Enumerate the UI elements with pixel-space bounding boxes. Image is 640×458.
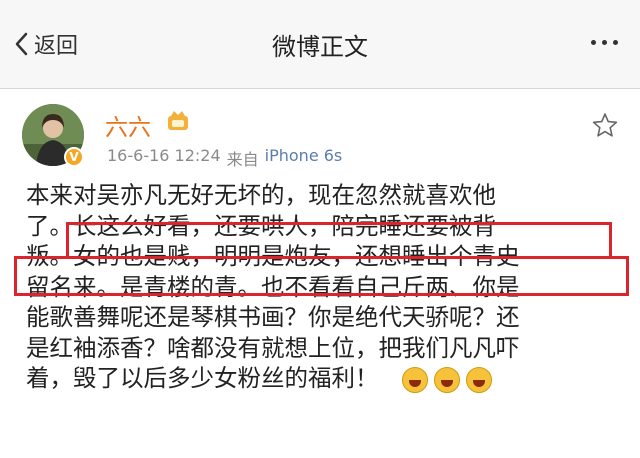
highlight-box (14, 256, 629, 296)
more-dots-icon (591, 40, 596, 45)
emoji-group (401, 366, 492, 393)
source-device[interactable]: iPhone 6s (265, 146, 343, 170)
username[interactable]: 六六 (105, 108, 151, 142)
crown-icon (168, 111, 188, 130)
laughing-emoji-icon (401, 366, 428, 393)
post-line: 是红袖添香？啥都没有就想上位，把我们凡凡吓 (26, 333, 520, 362)
post-line-last: 着，毁了以后多少女粉丝的福利！ (26, 363, 626, 394)
post-line: 着，毁了以后多少女粉丝的福利！ (26, 364, 379, 392)
laughing-emoji-icon (433, 366, 460, 393)
post-meta: 16-6-16 12:24 来自 iPhone 6s (107, 146, 342, 170)
verified-badge: V (64, 147, 84, 167)
star-icon[interactable] (592, 112, 618, 138)
post-line: 本来对吴亦凡无好无坏的，现在忽然就喜欢他 (26, 181, 496, 209)
more-options-button[interactable] (591, 40, 618, 45)
highlight-box (66, 222, 612, 259)
post-timestamp: 16-6-16 12:24 (107, 146, 221, 165)
post-line: 能歌善舞呢还是琴棋书画？你是绝代天骄呢？还 (26, 303, 520, 331)
page-title: 微博正文 (272, 33, 368, 61)
laughing-emoji-icon (465, 366, 492, 393)
source-prefix: 来自 (226, 150, 259, 169)
top-navbar: 返回 微博正文 (0, 0, 640, 89)
